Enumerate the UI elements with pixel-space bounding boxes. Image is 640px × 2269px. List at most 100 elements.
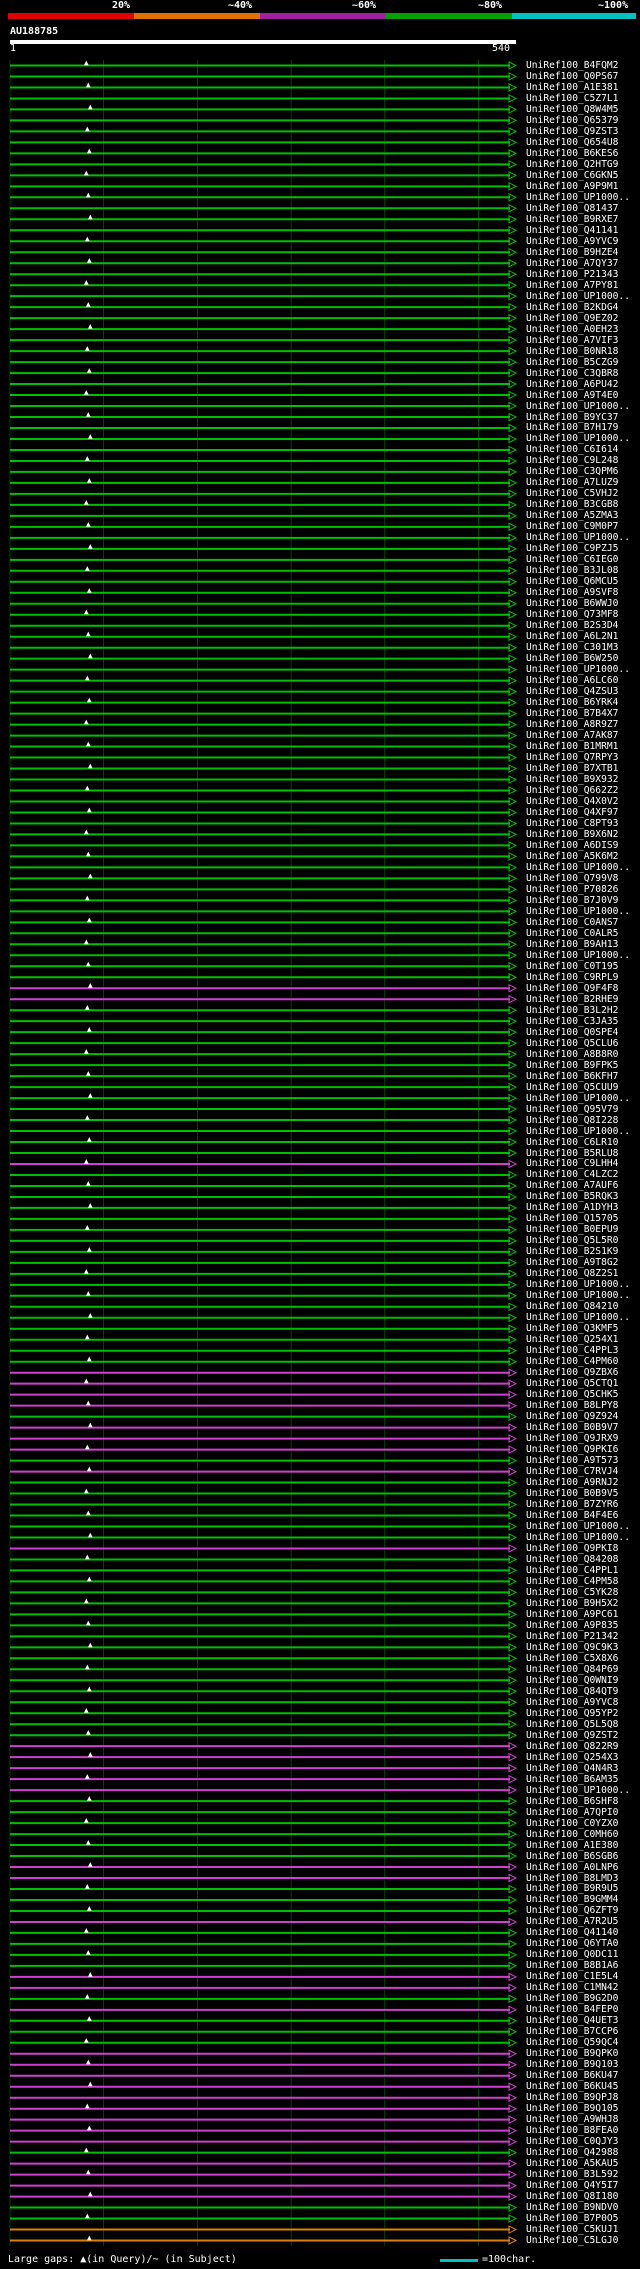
- hit-label[interactable]: UniRef100_C3JA35: [526, 1016, 618, 1027]
- hit-label[interactable]: UniRef100_A9RNJ2: [526, 1477, 618, 1488]
- hit-label[interactable]: UniRef100_A6L2N1: [526, 631, 618, 642]
- hit-label[interactable]: UniRef100_B3L592: [526, 2169, 618, 2180]
- hit-label[interactable]: UniRef100_B2S3D4: [526, 620, 618, 631]
- hit-label[interactable]: UniRef100_UP1000..: [526, 862, 630, 873]
- hit-label[interactable]: UniRef100_B9NDV0: [526, 2202, 618, 2213]
- hit-label[interactable]: UniRef100_B7B4X7: [526, 708, 618, 719]
- hit-label[interactable]: UniRef100_C4PPL1: [526, 1565, 618, 1576]
- hit-label[interactable]: UniRef100_Q4N4R3: [526, 1763, 618, 1774]
- hit-label[interactable]: UniRef100_B9FPK5: [526, 1060, 618, 1071]
- hit-label[interactable]: UniRef100_Q4UET3: [526, 2015, 618, 2026]
- hit-label[interactable]: UniRef100_Q41140: [526, 1927, 618, 1938]
- hit-label[interactable]: UniRef100_B6KU47: [526, 2070, 618, 2081]
- hit-label[interactable]: UniRef100_Q6YTA0: [526, 1938, 618, 1949]
- hit-label[interactable]: UniRef100_A7QPI0: [526, 1807, 618, 1818]
- hit-label[interactable]: UniRef100_Q59QC4: [526, 2037, 618, 2048]
- hit-label[interactable]: UniRef100_UP1000..: [526, 433, 630, 444]
- hit-label[interactable]: UniRef100_C0T195: [526, 961, 618, 972]
- hit-label[interactable]: UniRef100_UP1000..: [526, 401, 630, 412]
- hit-label[interactable]: UniRef100_Q662Z2: [526, 785, 618, 796]
- hit-label[interactable]: UniRef100_B0NR18: [526, 346, 618, 357]
- hit-label[interactable]: UniRef100_B7H179: [526, 422, 618, 433]
- hit-label[interactable]: UniRef100_B0B9V5: [526, 1488, 618, 1499]
- hit-label[interactable]: UniRef100_A5K6M2: [526, 851, 618, 862]
- hit-label[interactable]: UniRef100_A6PU42: [526, 379, 618, 390]
- hit-label[interactable]: UniRef100_A7LUZ9: [526, 477, 618, 488]
- hit-label[interactable]: UniRef100_B6YRK4: [526, 697, 618, 708]
- hit-label[interactable]: UniRef100_B0EPU9: [526, 1224, 618, 1235]
- hit-label[interactable]: UniRef100_Q6ZFT9: [526, 1905, 618, 1916]
- hit-label[interactable]: UniRef100_Q6MCU5: [526, 576, 618, 587]
- hit-label[interactable]: UniRef100_UP1000..: [526, 1093, 630, 1104]
- hit-label[interactable]: UniRef100_C4PM58: [526, 1576, 618, 1587]
- hit-label[interactable]: UniRef100_P21342: [526, 1631, 618, 1642]
- hit-label[interactable]: UniRef100_C9M0P7: [526, 521, 618, 532]
- hit-label[interactable]: UniRef100_B6SHF8: [526, 1796, 618, 1807]
- hit-label[interactable]: UniRef100_Q5L5R0: [526, 1235, 618, 1246]
- hit-label[interactable]: UniRef100_C8PT93: [526, 818, 618, 829]
- hit-label[interactable]: UniRef100_C9LHH4: [526, 1158, 618, 1169]
- hit-label[interactable]: UniRef100_C0QJY3: [526, 2136, 618, 2147]
- hit-label[interactable]: UniRef100_C5X8X6: [526, 1653, 618, 1664]
- hit-label[interactable]: UniRef100_A7AK87: [526, 730, 618, 741]
- hit-label[interactable]: UniRef100_B7P0O5: [526, 2213, 618, 2224]
- hit-label[interactable]: UniRef100_B0B9V7: [526, 1422, 618, 1433]
- hit-label[interactable]: UniRef100_Q95V79: [526, 1104, 618, 1115]
- hit-label[interactable]: UniRef100_B1MRM1: [526, 741, 618, 752]
- hit-label[interactable]: UniRef100_A9YVC8: [526, 1697, 618, 1708]
- hit-label[interactable]: UniRef100_C5VHJ2: [526, 488, 618, 499]
- hit-label[interactable]: UniRef100_Q2HTG9: [526, 159, 618, 170]
- hit-label[interactable]: UniRef100_A9WHJ8: [526, 2114, 618, 2125]
- hit-label[interactable]: UniRef100_Q84P69: [526, 1664, 618, 1675]
- hit-label[interactable]: UniRef100_B9X6N2: [526, 829, 618, 840]
- hit-label[interactable]: UniRef100_UP1000..: [526, 664, 630, 675]
- hit-label[interactable]: UniRef100_UP1000..: [526, 1532, 630, 1543]
- hit-label[interactable]: UniRef100_Q9JRX9: [526, 1433, 618, 1444]
- hit-label[interactable]: UniRef100_Q9PKI6: [526, 1444, 618, 1455]
- hit-label[interactable]: UniRef100_C3QPM6: [526, 466, 618, 477]
- hit-label[interactable]: UniRef100_C6GKN5: [526, 170, 618, 181]
- hit-label[interactable]: UniRef100_B9X932: [526, 774, 618, 785]
- hit-label[interactable]: UniRef100_B9R9U5: [526, 1883, 618, 1894]
- hit-label[interactable]: UniRef100_C9L248: [526, 455, 618, 466]
- hit-label[interactable]: UniRef100_Q0WNI9: [526, 1675, 618, 1686]
- hit-label[interactable]: UniRef100_A9PC61: [526, 1609, 618, 1620]
- hit-label[interactable]: UniRef100_A9YVC9: [526, 236, 618, 247]
- hit-label[interactable]: UniRef100_C301M3: [526, 642, 618, 653]
- hit-label[interactable]: UniRef100_UP1000..: [526, 950, 630, 961]
- hit-label[interactable]: UniRef100_A1E381: [526, 82, 618, 93]
- hit-label[interactable]: UniRef100_B6KES6: [526, 148, 618, 159]
- hit-label[interactable]: UniRef100_Q9PKI8: [526, 1543, 618, 1554]
- hit-label[interactable]: UniRef100_B8LPY8: [526, 1400, 618, 1411]
- hit-label[interactable]: UniRef100_Q8I228: [526, 1115, 618, 1126]
- hit-label[interactable]: UniRef100_B8B1A6: [526, 1960, 618, 1971]
- hit-label[interactable]: UniRef100_B2KDG4: [526, 302, 618, 313]
- hit-label[interactable]: UniRef100_B7ZYR6: [526, 1499, 618, 1510]
- hit-label[interactable]: UniRef100_B6SGB6: [526, 1851, 618, 1862]
- hit-label[interactable]: UniRef100_B9GMM4: [526, 1894, 618, 1905]
- hit-label[interactable]: UniRef100_A7QY37: [526, 258, 618, 269]
- hit-label[interactable]: UniRef100_B6WWJ0: [526, 598, 618, 609]
- hit-label[interactable]: UniRef100_B9H5X2: [526, 1598, 618, 1609]
- hit-label[interactable]: UniRef100_B9QPJ8: [526, 2092, 618, 2103]
- hit-label[interactable]: UniRef100_Q7RPY3: [526, 752, 618, 763]
- hit-label[interactable]: UniRef100_C4PPL3: [526, 1345, 618, 1356]
- hit-label[interactable]: UniRef100_A7AUF6: [526, 1180, 618, 1191]
- hit-label[interactable]: UniRef100_B9QPK0: [526, 2048, 618, 2059]
- hit-label[interactable]: UniRef100_UP1000..: [526, 1279, 630, 1290]
- hit-label[interactable]: UniRef100_Q81437: [526, 203, 618, 214]
- hit-label[interactable]: UniRef100_Q8W4M5: [526, 104, 618, 115]
- hit-label[interactable]: UniRef100_B6W250: [526, 653, 618, 664]
- hit-label[interactable]: UniRef100_B4FEP0: [526, 2004, 618, 2015]
- hit-label[interactable]: UniRef100_Q4XF97: [526, 807, 618, 818]
- hit-label[interactable]: UniRef100_Q8Z2S1: [526, 1268, 618, 1279]
- hit-label[interactable]: UniRef100_A0EH23: [526, 324, 618, 335]
- hit-label[interactable]: UniRef100_Q9ZST3: [526, 126, 618, 137]
- hit-label[interactable]: UniRef100_C0MH60: [526, 1829, 618, 1840]
- hit-label[interactable]: UniRef100_A6DIS9: [526, 840, 618, 851]
- hit-label[interactable]: UniRef100_Q654U8: [526, 137, 618, 148]
- hit-label[interactable]: UniRef100_C6I614: [526, 444, 618, 455]
- hit-label[interactable]: UniRef100_UP1000..: [526, 1126, 630, 1137]
- hit-label[interactable]: UniRef100_Q9EZ02: [526, 313, 618, 324]
- hit-label[interactable]: UniRef100_A9T4E0: [526, 390, 618, 401]
